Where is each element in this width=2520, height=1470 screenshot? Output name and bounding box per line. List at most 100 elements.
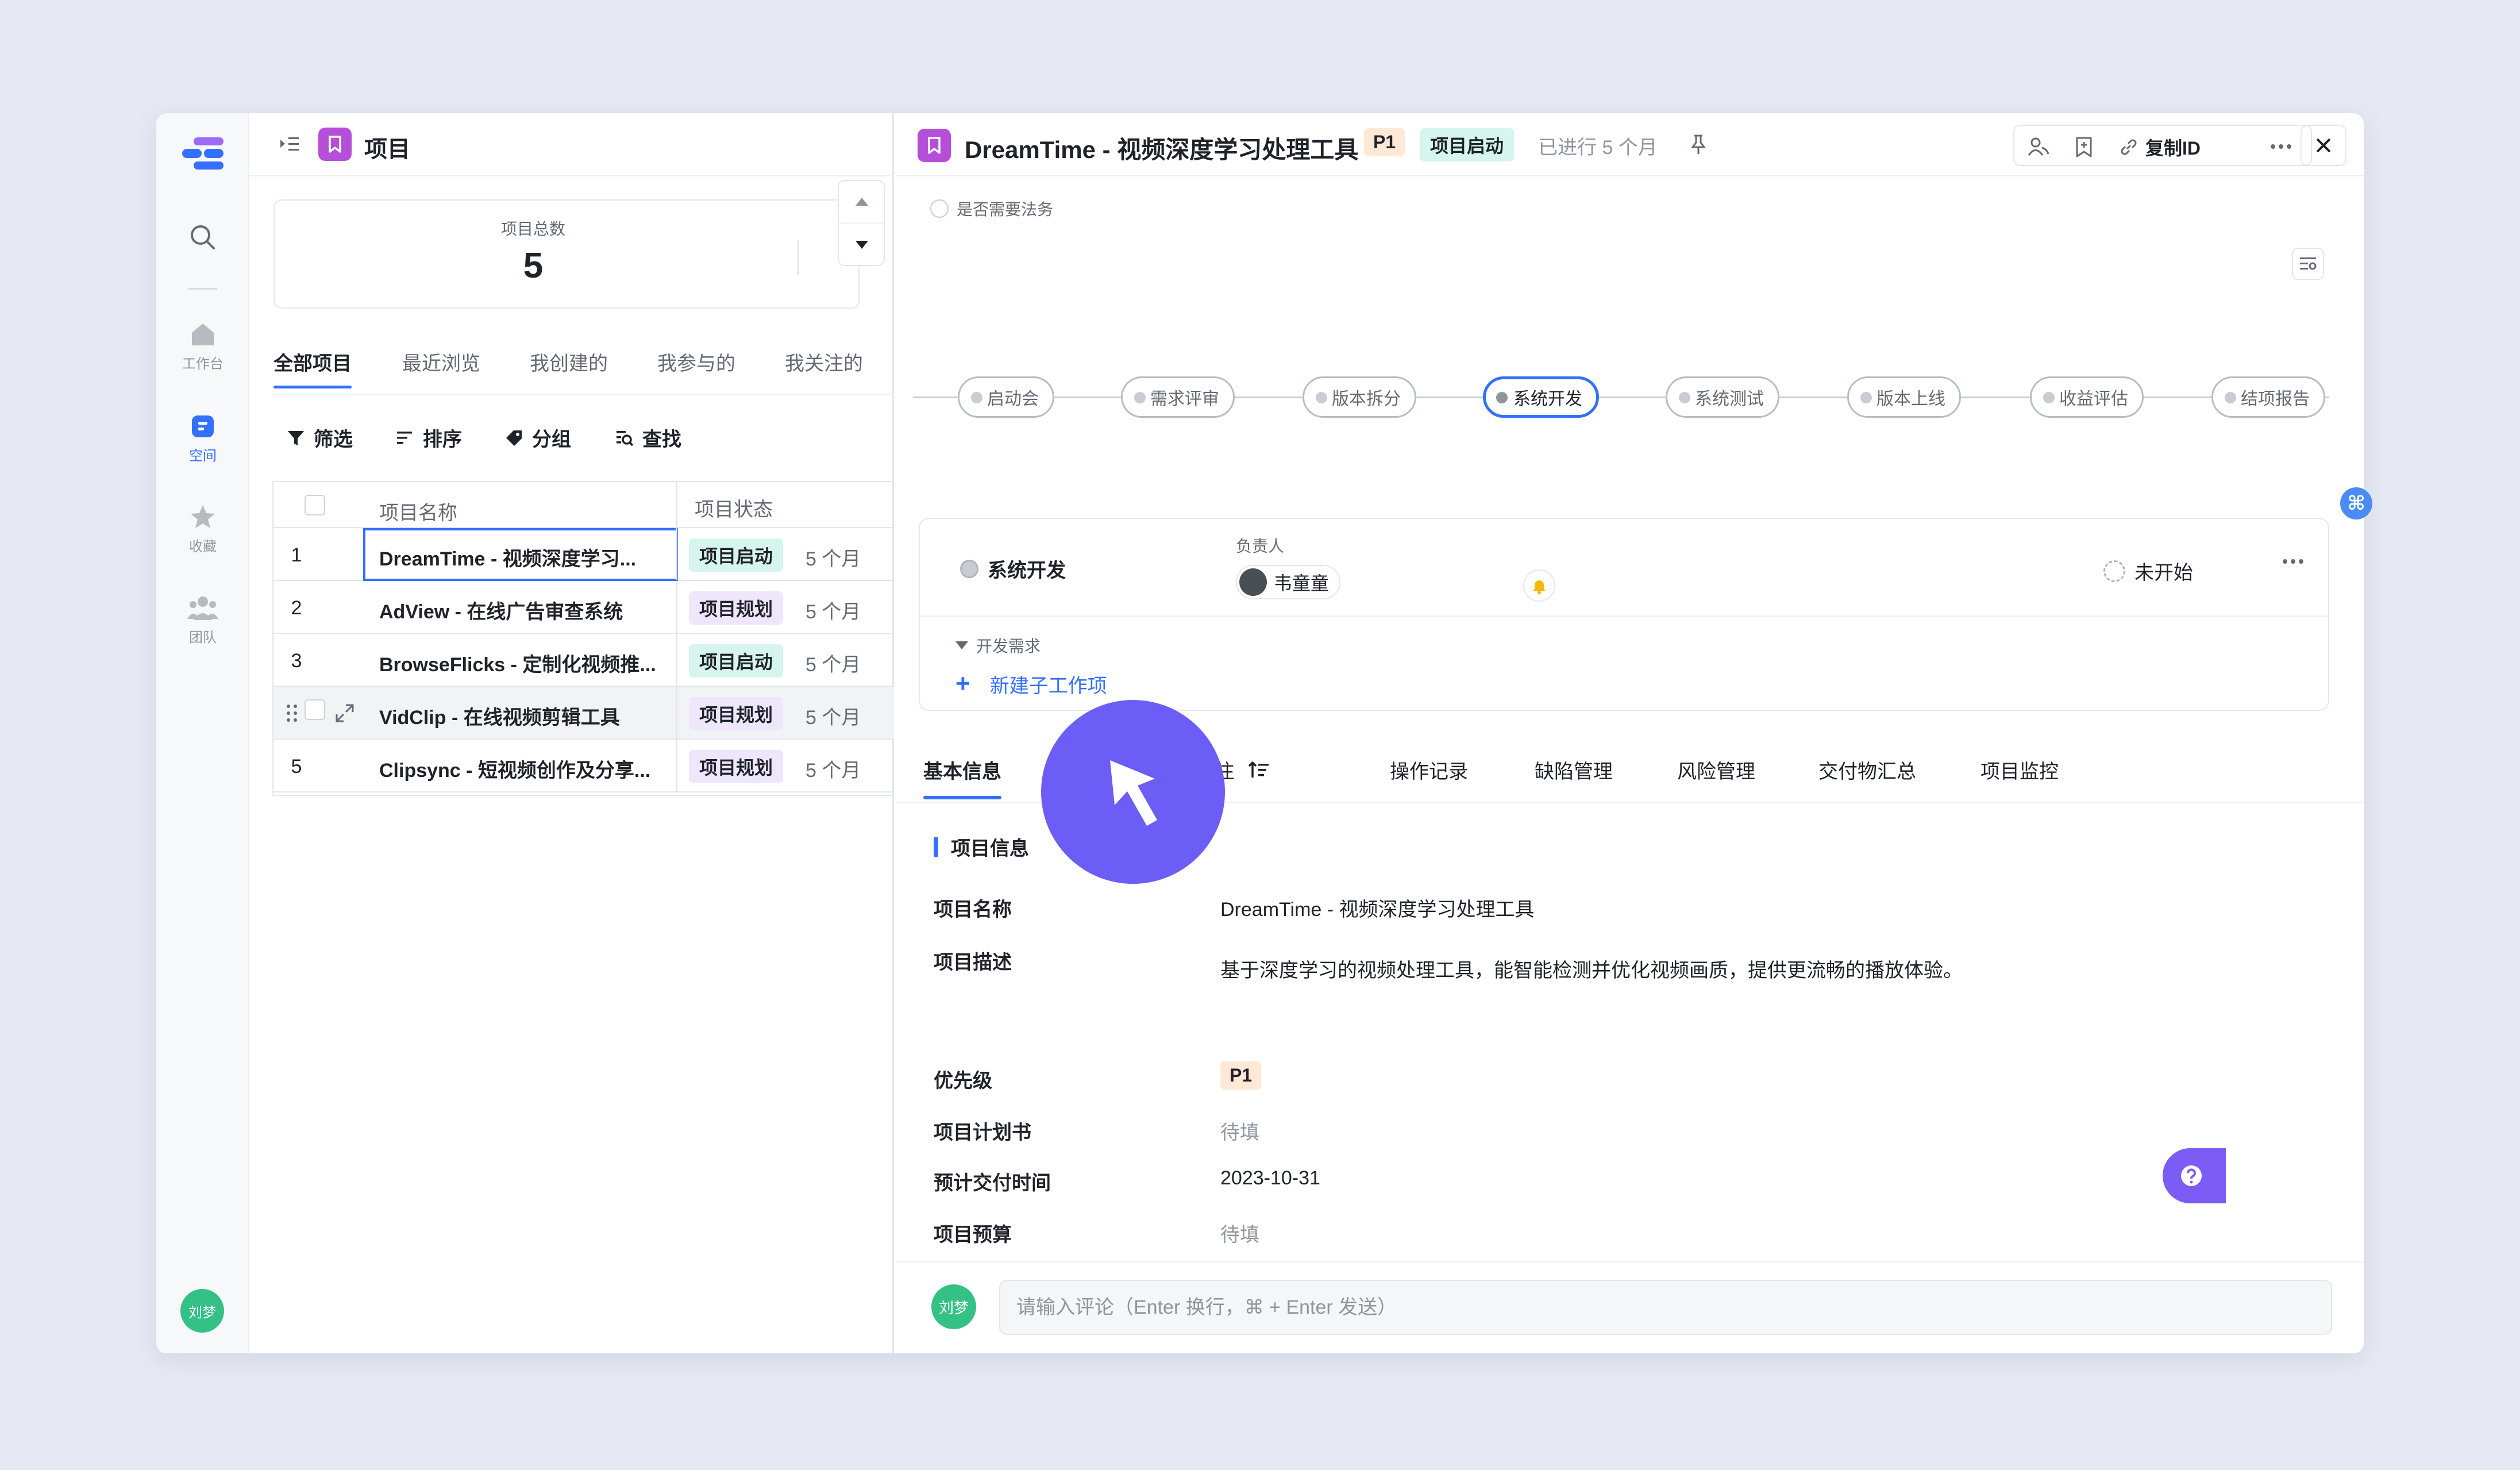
tab-defects[interactable]: 缺陷管理: [1535, 756, 1613, 784]
pipeline-settings-button[interactable]: [2292, 248, 2324, 280]
left-rail: 工作台 空间 收藏 团队 刘梦: [156, 113, 249, 1353]
row-name[interactable]: DreamTime - 视频深度学习...: [379, 543, 666, 571]
expand-icon[interactable]: [334, 703, 355, 724]
rail-item-favorites[interactable]: 收藏: [156, 503, 249, 555]
star-icon: [191, 505, 215, 528]
rail-item-space[interactable]: 空间: [156, 412, 249, 464]
elapsed-time: 已进行 5 个月: [1538, 137, 1658, 159]
field-label-delivery-date: 预计交付时间: [934, 1172, 1051, 1194]
status-badge[interactable]: 项目规划: [689, 697, 784, 730]
status-badge[interactable]: 项目启动: [689, 644, 784, 678]
tab-basic-info[interactable]: 基本信息: [923, 756, 1001, 799]
scroll-down-button[interactable]: [839, 224, 885, 266]
stage-closing-report[interactable]: 结项报告: [2211, 376, 2325, 418]
group-button[interactable]: 分组: [504, 424, 571, 452]
copy-id-button[interactable]: 复制ID: [2118, 134, 2201, 160]
status-badge[interactable]: 项目规划: [689, 750, 784, 783]
bookmark-add-icon[interactable]: [2074, 136, 2094, 158]
stage-card-name: 系统开发: [988, 560, 1066, 582]
tab-risks[interactable]: 风险管理: [1677, 756, 1755, 784]
home-icon: [192, 324, 214, 345]
field-value-name[interactable]: DreamTime - 视频深度学习处理工具: [1220, 894, 1535, 922]
row-name[interactable]: AdView - 在线广告审查系统: [379, 596, 666, 624]
owner-chip[interactable]: 韦童童: [1236, 565, 1341, 599]
stage-requirement-review[interactable]: 需求评审: [1121, 376, 1235, 418]
status-cell: 项目规划: [676, 687, 784, 738]
status-cell: 项目规划: [676, 581, 784, 633]
table-row[interactable]: 1 DreamTime - 视频深度学习... 项目启动 5 个月: [273, 528, 894, 581]
remind-button[interactable]: [1523, 569, 1555, 602]
sort-button[interactable]: 排序: [395, 424, 462, 452]
filter-label: 筛选: [314, 429, 353, 451]
select-all-checkbox[interactable]: [305, 495, 325, 515]
new-subtask-button[interactable]: + 新建子工作项: [955, 669, 1107, 698]
rail-item-team[interactable]: 团队: [156, 594, 249, 646]
legal-review-option[interactable]: 是否需要法务: [930, 197, 1053, 220]
close-button[interactable]: [2301, 125, 2346, 166]
tab-deliverables[interactable]: 交付物汇总: [1818, 756, 1916, 784]
floating-shortcut-button[interactable]: ⌘: [2340, 487, 2372, 519]
help-button[interactable]: [2163, 1148, 2226, 1203]
plus-icon: +: [955, 669, 970, 698]
comment-input[interactable]: [999, 1280, 2332, 1335]
priority-badge[interactable]: P1: [1364, 128, 1405, 156]
members-icon[interactable]: [2027, 136, 2050, 157]
commenter-avatar: 刘梦: [931, 1284, 976, 1329]
status-cell: 项目规划: [676, 740, 784, 791]
tab-recent[interactable]: 最近浏览: [402, 348, 480, 376]
row-duration: 5 个月: [806, 548, 861, 570]
stage-release[interactable]: 版本上线: [1847, 376, 1961, 418]
tab-monitoring[interactable]: 项目监控: [1980, 756, 2059, 784]
row-name[interactable]: BrowseFlicks - 定制化视频推...: [379, 649, 666, 677]
status-badge[interactable]: 项目规划: [689, 591, 784, 625]
stage-version-split[interactable]: 版本拆分: [1303, 376, 1416, 418]
user-avatar[interactable]: 刘梦: [180, 1289, 224, 1333]
sort-order-icon[interactable]: [1248, 760, 1271, 780]
pin-icon[interactable]: [1689, 134, 1708, 156]
stage-system-testing[interactable]: 系统测试: [1666, 376, 1779, 418]
rail-item-workbench[interactable]: 工作台: [156, 320, 249, 372]
stage-system-development[interactable]: 系统开发: [1483, 376, 1599, 418]
sub-group-toggle[interactable]: 开发需求: [955, 634, 1041, 657]
field-value-plan[interactable]: 待填: [1220, 1117, 1259, 1145]
status-badge[interactable]: 项目启动: [689, 538, 784, 572]
owner-name: 韦童童: [1274, 573, 1330, 594]
field-value-budget[interactable]: 待填: [1220, 1219, 1259, 1247]
field-value-description[interactable]: 基于深度学习的视频处理工具，能智能检测并优化视频画质，提供更流畅的播放体验。: [1220, 955, 1963, 983]
legal-radio[interactable]: [930, 199, 949, 218]
row-checkbox[interactable]: [305, 699, 325, 720]
tab-following[interactable]: 我关注的: [785, 348, 863, 376]
column-header-status[interactable]: 项目状态: [695, 494, 773, 522]
filter-button[interactable]: 筛选: [286, 424, 353, 452]
app-logo[interactable]: [156, 136, 249, 172]
table-row[interactable]: 5 Clipsync - 短视频创作及分享... 项目规划 5 个月: [273, 740, 894, 792]
rail-item-label: 团队: [189, 630, 217, 645]
status-badge[interactable]: 项目启动: [1420, 128, 1515, 161]
more-icon[interactable]: [2269, 143, 2292, 150]
field-value-priority[interactable]: P1: [1220, 1061, 1262, 1090]
tab-created-by-me[interactable]: 我创建的: [530, 348, 608, 376]
more-icon[interactable]: [2282, 558, 2305, 565]
table-row[interactable]: VidClip - 在线视频剪辑工具 项目规划 5 个月: [273, 687, 894, 740]
tab-all-projects[interactable]: 全部项目: [273, 348, 352, 388]
stage-revenue-evaluation[interactable]: 收益评估: [2030, 376, 2144, 418]
sidebar-toggle-icon[interactable]: [278, 134, 301, 155]
field-value-delivery-date[interactable]: 2023-10-31: [1220, 1167, 1320, 1190]
row-name[interactable]: VidClip - 在线视频剪辑工具: [379, 702, 666, 730]
scroll-up-button[interactable]: [839, 181, 885, 224]
row-name[interactable]: Clipsync - 短视频创作及分享...: [379, 755, 666, 783]
table-row[interactable]: 3 BrowseFlicks - 定制化视频推... 项目启动 5 个月: [273, 634, 894, 687]
tab-operation-log[interactable]: 操作记录: [1390, 756, 1468, 784]
list-toolbar: 筛选 排序 分组 查找: [273, 424, 883, 458]
column-header-name[interactable]: 项目名称: [379, 497, 666, 525]
project-table: 项目名称 项目状态 1 DreamTime - 视频深度学习... 项目启动 5…: [272, 481, 894, 796]
stage-kickoff[interactable]: 启动会: [958, 376, 1054, 418]
tab-participating[interactable]: 我参与的: [657, 348, 735, 376]
detail-title: DreamTime - 视频深度学习处理工具: [965, 136, 1359, 163]
stage-state[interactable]: 未开始: [2103, 557, 2193, 585]
drag-handle-icon[interactable]: [285, 703, 299, 724]
arrow-cursor-icon: [1110, 760, 1157, 826]
rail-search-button[interactable]: [156, 222, 249, 252]
table-row[interactable]: 2 AdView - 在线广告审查系统 项目规划 5 个月: [273, 581, 894, 634]
find-button[interactable]: 查找: [615, 424, 681, 452]
